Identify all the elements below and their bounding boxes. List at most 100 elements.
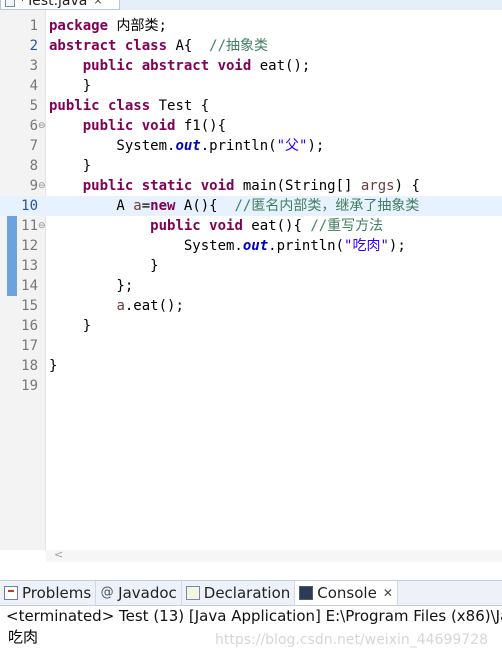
line-number: 16	[21, 318, 38, 334]
code-line[interactable]: 19	[0, 376, 502, 396]
tab-console-label: Console	[317, 584, 377, 602]
close-icon[interactable]: ×	[93, 0, 102, 7]
code-text: public class Test {	[49, 96, 209, 116]
fold-toggle-icon[interactable]: ⊖	[38, 176, 46, 196]
bottom-panel-tab-bar: Problems @ Javadoc Declaration Console ✕	[0, 580, 502, 606]
code-text: abstract class A{ //抽象类	[49, 36, 268, 56]
declaration-icon	[185, 586, 200, 600]
console-output[interactable]: 吃肉	[8, 626, 38, 648]
code-editor[interactable]: 1 package 内部类; 2 abstract class A{ //抽象类 3 p…	[0, 10, 502, 562]
line-number: 6	[29, 118, 38, 134]
line-number: 8	[29, 158, 38, 174]
watermark: https://blog.csdn.net/weixin_44699728	[214, 632, 488, 648]
code-line[interactable]: 7 System.out.println("父");	[0, 136, 502, 156]
line-number: 3	[29, 58, 38, 74]
code-line[interactable]: 9 ⊖ public static void main(String[] args…	[0, 176, 502, 196]
code-token: package	[49, 18, 109, 34]
code-text: }	[49, 76, 91, 96]
code-line[interactable]: 17	[0, 336, 502, 356]
line-number: 9	[29, 178, 38, 194]
code-token: eat();	[251, 58, 311, 74]
line-number: 10	[21, 198, 38, 214]
code-token: public abstract void	[82, 58, 252, 74]
code-token: 内部类;	[108, 18, 167, 34]
code-text: System.out.println("吃肉");	[49, 236, 406, 256]
line-number: 2	[29, 38, 38, 54]
code-token: }	[49, 318, 92, 334]
line-number: 13	[21, 258, 38, 274]
code-line[interactable]: 15 a.eat();	[0, 296, 502, 316]
code-token: }	[49, 258, 159, 274]
editor-tab-bar: *Test.java ×	[0, 0, 502, 10]
line-number: 17	[21, 338, 38, 354]
problems-icon	[4, 586, 18, 600]
code-token: .eat();	[124, 298, 184, 314]
code-token: //抽象类	[209, 38, 269, 54]
code-text: A a=new A(){ //匿名内部类，继承了抽象类	[49, 196, 419, 216]
code-line[interactable]: 1 package 内部类;	[0, 16, 502, 36]
code-text: package 内部类;	[49, 16, 167, 36]
tab-console[interactable]: Console ✕	[295, 581, 398, 605]
code-token: public static void	[82, 178, 235, 194]
code-token: =	[141, 198, 151, 214]
editor-tab-test-java[interactable]: *Test.java ×	[0, 0, 120, 10]
code-token: a	[133, 198, 142, 214]
code-line[interactable]: 4 }	[0, 76, 502, 96]
line-number: 12	[21, 238, 38, 254]
line-number: 18	[21, 358, 38, 374]
code-token: };	[49, 278, 134, 294]
code-token: .println(	[200, 138, 277, 154]
code-line[interactable]: 6 ⊖ public void f1(){	[0, 116, 502, 136]
line-number: 7	[29, 138, 38, 154]
code-token: main(String[]	[234, 178, 361, 194]
code-line[interactable]: 2 abstract class A{ //抽象类	[0, 36, 502, 56]
code-line[interactable]: 13 }	[0, 256, 502, 276]
code-line[interactable]: 3 public abstract void eat();	[0, 56, 502, 76]
code-line[interactable]: 12 System.out.println("吃肉");	[0, 236, 502, 256]
code-token: }	[49, 78, 92, 94]
code-line[interactable]: 16 }	[0, 316, 502, 336]
line-number: 14	[21, 278, 38, 294]
code-token: a	[116, 298, 125, 314]
code-text: };	[49, 276, 133, 296]
code-token: }	[49, 358, 58, 374]
code-token: public class	[49, 98, 151, 114]
console-status-line: <terminated> Test (13) [Java Application…	[6, 607, 502, 625]
scroll-left-icon[interactable]: <	[54, 548, 63, 561]
code-token: A	[49, 198, 134, 214]
line-number: 1	[29, 18, 38, 34]
line-number: 15	[21, 298, 38, 314]
console-icon	[299, 586, 314, 600]
close-icon[interactable]: ✕	[383, 586, 393, 600]
line-number: 19	[21, 378, 38, 394]
code-token: "父"	[276, 138, 308, 154]
tab-javadoc[interactable]: @ Javadoc	[96, 581, 182, 605]
code-line[interactable]: 10 A a=new A(){ //匿名内部类，继承了抽象类	[0, 196, 502, 216]
tab-javadoc-label: Javadoc	[118, 584, 177, 602]
code-token: out	[242, 238, 269, 254]
code-text: }	[49, 256, 159, 276]
code-token: .println(	[268, 238, 345, 254]
code-token: //重写方法	[310, 218, 384, 234]
code-text: public void eat(){ //重写方法	[49, 216, 383, 236]
tab-declaration[interactable]: Declaration	[182, 581, 296, 605]
fold-toggle-icon[interactable]: ⊖	[38, 216, 46, 236]
code-line[interactable]: 5 public class Test {	[0, 96, 502, 116]
tab-problems[interactable]: Problems	[0, 581, 97, 605]
code-token: f1(){	[175, 118, 227, 134]
code-line[interactable]: 8 }	[0, 156, 502, 176]
code-text: }	[49, 316, 91, 336]
code-token: );	[388, 238, 406, 254]
code-line[interactable]: 18}	[0, 356, 502, 376]
code-line[interactable]: 11 ⊖ public void eat(){ //重写方法	[0, 216, 502, 236]
code-token: System.	[49, 138, 176, 154]
code-line[interactable]: 14 };	[0, 276, 502, 296]
code-text: a.eat();	[49, 296, 184, 316]
code-token: Test {	[150, 98, 210, 114]
code-token: new	[150, 198, 176, 214]
code-token: public void	[150, 218, 243, 234]
tab-problems-label: Problems	[22, 584, 92, 602]
fold-toggle-icon[interactable]: ⊖	[38, 116, 46, 136]
horizontal-scrollbar[interactable]: <	[46, 548, 502, 562]
